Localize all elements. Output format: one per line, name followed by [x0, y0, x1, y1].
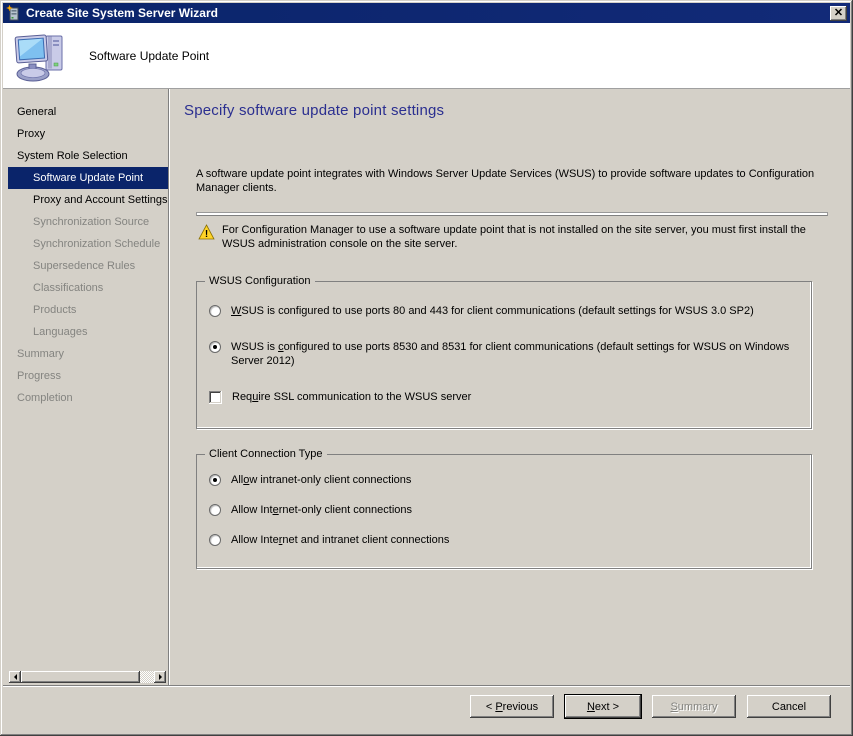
sidebar-item-completion: Completion	[3, 387, 168, 409]
footer-button-bar: < Previous Next > Summary Cancel	[3, 685, 850, 733]
wsus-configuration-group: WSUS Configuration WSUS is configured to…	[196, 281, 812, 429]
main-pane: Specify software update point settings A…	[169, 89, 850, 685]
window-title: Create Site System Server Wizard	[26, 6, 830, 20]
sidebar-item-system-role-selection[interactable]: System Role Selection	[3, 145, 168, 167]
sidebar-item-products: Products	[3, 299, 168, 321]
label-pre: Req	[232, 391, 252, 403]
scrollbar-track[interactable]	[140, 671, 154, 683]
site-server-icon	[6, 5, 22, 21]
label-post: revious	[503, 701, 538, 713]
label-post: Cancel	[772, 701, 806, 713]
warning-text: For Configuration Manager to use a softw…	[222, 223, 833, 251]
sidebar-item-languages: Languages	[3, 321, 168, 343]
wizard-window: Create Site System Server Wizard ✕ Softw…	[0, 0, 853, 736]
label-mnemonic: S	[670, 701, 677, 713]
internet-only-option[interactable]: Allow Internet-only client connections	[209, 503, 797, 517]
sidebar-item-proxy-and-account-settings[interactable]: Proxy and Account Settings	[3, 189, 168, 211]
label-post: rnet-only client connections	[279, 504, 412, 516]
label-post: w intranet-only client connections	[249, 474, 411, 486]
sidebar-item-synchronization-source: Synchronization Source	[3, 211, 168, 233]
sidebar-item-software-update-point[interactable]: Software Update Point	[8, 167, 168, 189]
option-label: Allow intranet-only client connections	[231, 473, 411, 487]
computer-icon	[13, 30, 71, 82]
option-label: Allow Internet and intranet client conne…	[231, 533, 449, 547]
label-pre: Allow Inte	[231, 534, 279, 546]
sidebar-item-proxy[interactable]: Proxy	[3, 123, 168, 145]
close-glyph: ✕	[834, 8, 843, 19]
label-mnemonic: P	[495, 701, 502, 713]
label-pre: All	[231, 474, 243, 486]
label-post: ire SSL communication to the WSUS server	[258, 391, 471, 403]
label-pre: WSUS is	[231, 341, 278, 353]
option-label: Require SSL communication to the WSUS se…	[232, 390, 471, 404]
wsus-ports-80-443-option[interactable]: WSUS is configured to use ports 80 and 4…	[209, 304, 797, 318]
summary-button[interactable]: Summary	[652, 695, 736, 718]
scrollbar-thumb[interactable]	[21, 671, 140, 683]
label-post: onfigured to use ports 8530 and 8531 for…	[231, 341, 789, 367]
scroll-left-icon[interactable]	[9, 671, 21, 683]
label-post: ext >	[595, 701, 619, 713]
radio-button[interactable]	[209, 534, 221, 546]
sidebar-item-supersedence-rules: Supersedence Rules	[3, 255, 168, 277]
svg-text:!: !	[205, 229, 208, 240]
wizard-steps-sidebar: General Proxy System Role Selection Soft…	[3, 89, 169, 685]
client-connection-type-group: Client Connection Type Allow intranet-on…	[196, 454, 812, 569]
intranet-only-option[interactable]: Allow intranet-only client connections	[209, 473, 797, 487]
client-connection-type-group-title: Client Connection Type	[205, 447, 327, 461]
sidebar-item-general[interactable]: General	[3, 101, 168, 123]
option-label: WSUS is configured to use ports 80 and 4…	[231, 304, 754, 318]
wizard-body: General Proxy System Role Selection Soft…	[3, 89, 850, 685]
warning-banner: ! For Configuration Manager to use a sof…	[198, 223, 833, 251]
sidebar-horizontal-scrollbar	[9, 671, 166, 683]
description-text: A software update point integrates with …	[196, 167, 838, 195]
wsus-ports-8530-8531-option[interactable]: WSUS is configured to use ports 8530 and…	[209, 340, 797, 368]
label-mnemonic: N	[587, 701, 595, 713]
scroll-right-icon[interactable]	[154, 671, 166, 683]
label-pre: <	[486, 701, 495, 713]
cancel-button[interactable]: Cancel	[747, 695, 831, 718]
previous-button[interactable]: < Previous	[470, 695, 554, 718]
warning-icon: !	[198, 224, 215, 240]
sidebar-item-summary: Summary	[3, 343, 168, 365]
checkbox[interactable]	[209, 391, 222, 404]
sidebar-item-synchronization-schedule: Synchronization Schedule	[3, 233, 168, 255]
radio-button[interactable]	[209, 305, 221, 317]
radio-button[interactable]	[209, 504, 221, 516]
label-post: net and intranet client connections	[282, 534, 449, 546]
label-post: SUS is configured to use ports 80 and 44…	[241, 305, 753, 317]
section-divider	[196, 212, 828, 216]
option-label: WSUS is configured to use ports 8530 and…	[231, 340, 796, 368]
radio-button-selected[interactable]	[209, 341, 221, 353]
label-post: ummary	[678, 701, 718, 713]
radio-button-selected[interactable]	[209, 474, 221, 486]
option-label: Allow Internet-only client connections	[231, 503, 412, 517]
next-button[interactable]: Next >	[565, 695, 641, 718]
label-pre: Allow Int	[231, 504, 273, 516]
internet-and-intranet-option[interactable]: Allow Internet and intranet client conne…	[209, 533, 797, 547]
titlebar: Create Site System Server Wizard ✕	[3, 3, 850, 23]
close-icon[interactable]: ✕	[830, 6, 847, 21]
wizard-page-title: Software Update Point	[89, 49, 209, 63]
label-mnemonic: W	[231, 305, 241, 317]
wsus-configuration-group-title: WSUS Configuration	[205, 274, 315, 288]
sidebar-item-classifications: Classifications	[3, 277, 168, 299]
header-banner: Software Update Point	[3, 23, 850, 89]
sidebar-item-progress: Progress	[3, 365, 168, 387]
page-heading: Specify software update point settings	[184, 102, 850, 119]
require-ssl-checkbox-option[interactable]: Require SSL communication to the WSUS se…	[209, 390, 797, 404]
